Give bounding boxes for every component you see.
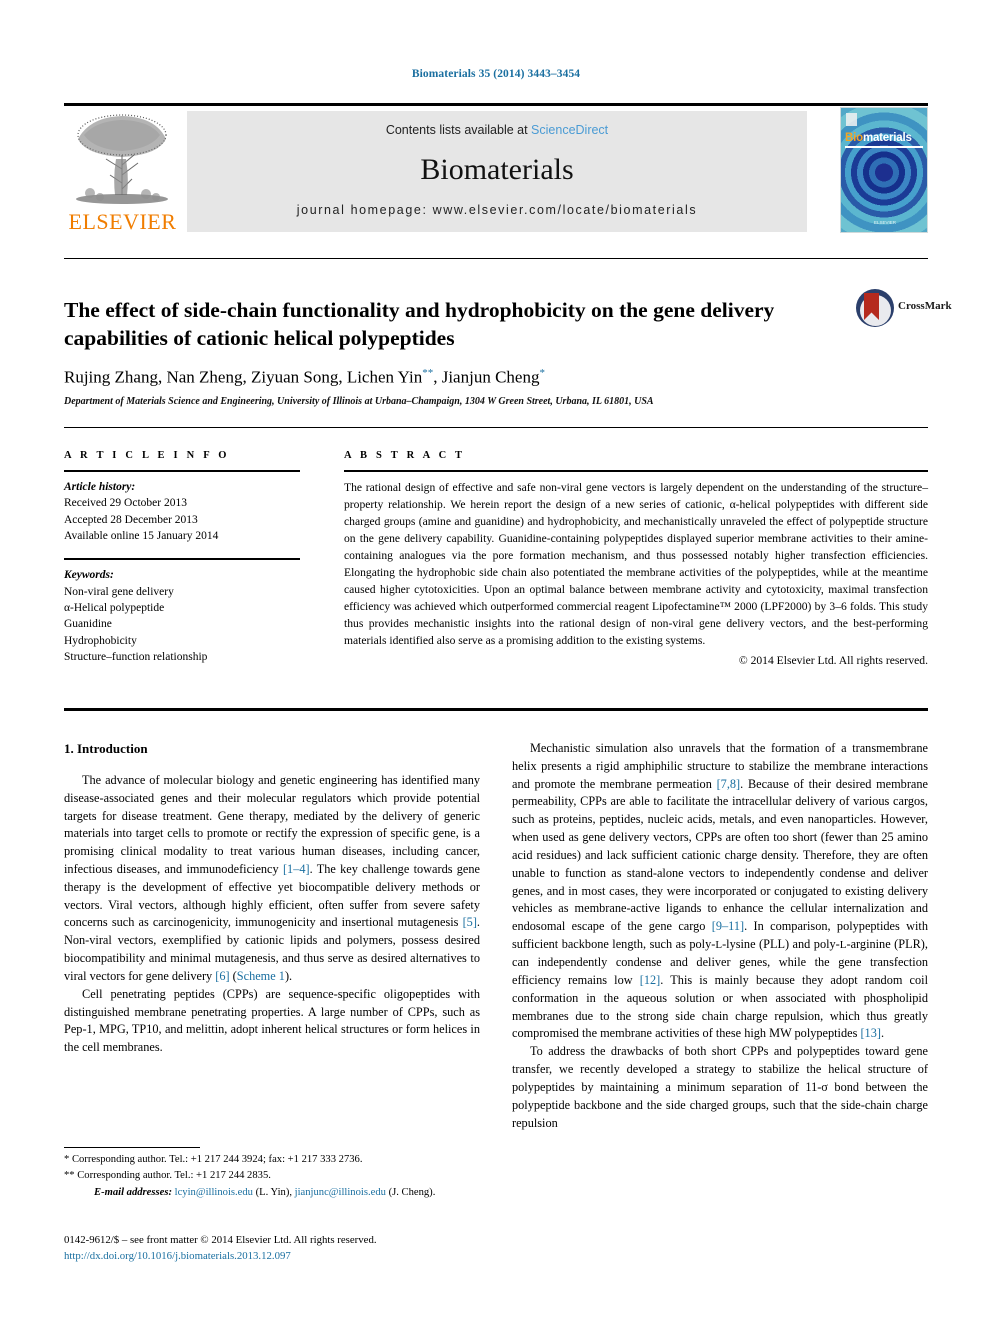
elsevier-tree-icon (76, 114, 168, 204)
contents-prefix: Contents lists available at (385, 123, 532, 137)
abstract-column: A B S T R A C T The rational design of e… (344, 450, 928, 667)
footnotes-block: * Corresponding author. Tel.: +1 217 244… (64, 1152, 484, 1201)
footnote-corresponding-2: ** Corresponding author. Tel.: +1 217 24… (64, 1170, 271, 1182)
keyword-item: Guanidine (64, 618, 112, 631)
citation-ref[interactable]: [7,8] (717, 777, 741, 791)
citation-ref[interactable]: [13] (860, 1026, 881, 1040)
email-link-yin[interactable]: lcyin@illinois.edu (175, 1187, 253, 1198)
journal-article-page: Biomaterials 35 (2014) 3443–3454 ELSEVIE… (0, 0, 992, 1323)
author-marker-2: * (539, 367, 545, 379)
masthead-top-rule (64, 103, 928, 106)
citation-ref[interactable]: [9–11] (712, 919, 744, 933)
journal-homepage-line[interactable]: journal homepage: www.elsevier.com/locat… (187, 203, 807, 217)
article-info-rule (64, 470, 300, 472)
paragraph-intro-3: Mechanistic simulation also unravels tha… (512, 740, 928, 1043)
cover-word-materials: materials (862, 132, 912, 144)
doi-link[interactable]: http://dx.doi.org/10.1016/j.biomaterials… (64, 1248, 524, 1264)
band-top-rule (64, 427, 928, 428)
smallcap-l-2: L (839, 939, 847, 952)
keyword-item: α-Helical polypeptide (64, 601, 165, 614)
issn-copyright-line: 0142-9612/$ – see front matter © 2014 El… (64, 1234, 377, 1246)
affiliation: Department of Materials Science and Engi… (64, 396, 654, 407)
intro1-seg-a: The advance of molecular biology and gen… (64, 772, 480, 876)
abstract-copyright: © 2014 Elsevier Ltd. All rights reserved… (738, 654, 928, 668)
article-history-label: Article history: (64, 481, 136, 493)
email-addresses-label: E-mail addresses: (94, 1187, 172, 1199)
body-column-right: Mechanistic simulation also unravels tha… (512, 740, 928, 1132)
keyword-item: Non-viral gene delivery (64, 585, 174, 598)
paragraph-intro-4: To address the drawbacks of both short C… (512, 1044, 928, 1130)
author-names-tail: , Jianjun Cheng (433, 367, 540, 387)
footer-block: 0142-9612/$ – see front matter © 2014 El… (64, 1232, 524, 1264)
band-bottom-rule (64, 708, 928, 711)
history-accepted: Accepted 28 December 2013 (64, 513, 198, 526)
crossmark-circle-icon (856, 289, 894, 327)
crossmark-label: CrossMark (898, 300, 952, 312)
crossmark-badge[interactable]: CrossMark (856, 287, 952, 331)
title-separator-rule (64, 258, 928, 259)
paragraph-intro-2: Cell penetrating peptides (CPPs) are seq… (64, 986, 480, 1055)
keyword-item: Hydrophobicity (64, 634, 137, 647)
page-title: The effect of side-chain functionality a… (64, 298, 775, 350)
paragraph-intro-1: The advance of molecular biology and gen… (64, 772, 480, 986)
cover-artwork (841, 108, 927, 232)
intro1-seg-e: ). (284, 968, 293, 983)
citation-ref[interactable]: [12] (640, 973, 661, 987)
footnote-emails: E-mail addresses: lcyin@illinois.edu (L.… (64, 1185, 484, 1201)
article-info-column: A R T I C L E I N F O Article history: R… (64, 450, 300, 665)
intro1-seg-d: ( (229, 968, 237, 983)
history-online: Available online 15 January 2014 (64, 529, 219, 542)
journal-masthead: ELSEVIER Contents lists available at Sci… (64, 107, 928, 235)
citation-ref[interactable]: [1–4] (283, 862, 310, 876)
article-info-heading: A R T I C L E I N F O (64, 450, 230, 461)
email-link-cheng[interactable]: jianjunc@illinois.edu (295, 1187, 386, 1198)
scheme-link[interactable]: Scheme 1 (237, 969, 285, 983)
elsevier-logo: ELSEVIER (64, 107, 181, 235)
history-received: Received 29 October 2013 (64, 497, 187, 510)
email-name-yin: (L. Yin), (252, 1187, 295, 1199)
footnote-corresponding-1: * Corresponding author. Tel.: +1 217 244… (64, 1154, 363, 1165)
body-column-left: 1. Introduction The advance of molecular… (64, 740, 480, 1057)
sciencedirect-link[interactable]: ScienceDirect (531, 123, 608, 137)
abstract-heading: A B S T R A C T (344, 450, 466, 461)
intro3-seg-d: -lysine (PLL) and poly- (722, 937, 840, 952)
cover-footer-text: ELSEVIER (873, 220, 896, 226)
cover-elsevier-mark-icon (846, 113, 857, 126)
running-head-citation: Biomaterials 35 (2014) 3443–3454 (411, 68, 581, 80)
abstract-text: The rational design of effective and saf… (344, 481, 928, 648)
intro3-seg-b: . Because of their desired membrane perm… (512, 776, 928, 934)
article-history-block: Article history: Received 29 October 201… (64, 479, 300, 544)
cover-wordmark: Biomaterials (845, 132, 912, 144)
contents-lists-line: Contents lists available at ScienceDirec… (187, 123, 807, 137)
journal-title: Biomaterials (420, 153, 574, 186)
journal-cover-thumbnail: Biomaterials ELSEVIER (840, 107, 928, 233)
cover-underline (845, 146, 923, 148)
author-list: Rujing Zhang, Nan Zheng, Ziyuan Song, Li… (64, 367, 864, 388)
journal-band: Contents lists available at ScienceDirec… (187, 111, 807, 232)
keywords-rule (64, 558, 300, 561)
elsevier-wordmark: ELSEVIER (68, 209, 177, 234)
section-title-introduction: 1. Introduction (64, 741, 148, 756)
abstract-rule (344, 470, 928, 472)
cover-word-bio: Bio (845, 132, 863, 144)
keyword-item: Structure–function relationship (64, 650, 208, 663)
author-names: Rujing Zhang, Nan Zheng, Ziyuan Song, Li… (64, 367, 423, 387)
author-marker-1: ** (422, 367, 434, 379)
keywords-label: Keywords: (64, 569, 114, 582)
citation-ref[interactable]: [6] (215, 969, 229, 983)
email-name-cheng: (J. Cheng). (385, 1187, 436, 1199)
footnote-separator-rule (64, 1147, 200, 1148)
citation-ref[interactable]: [5] (463, 915, 477, 929)
intro3-seg-g: . (880, 1026, 885, 1041)
keywords-block: Keywords: Non-viral gene delivery α-Heli… (64, 567, 300, 665)
